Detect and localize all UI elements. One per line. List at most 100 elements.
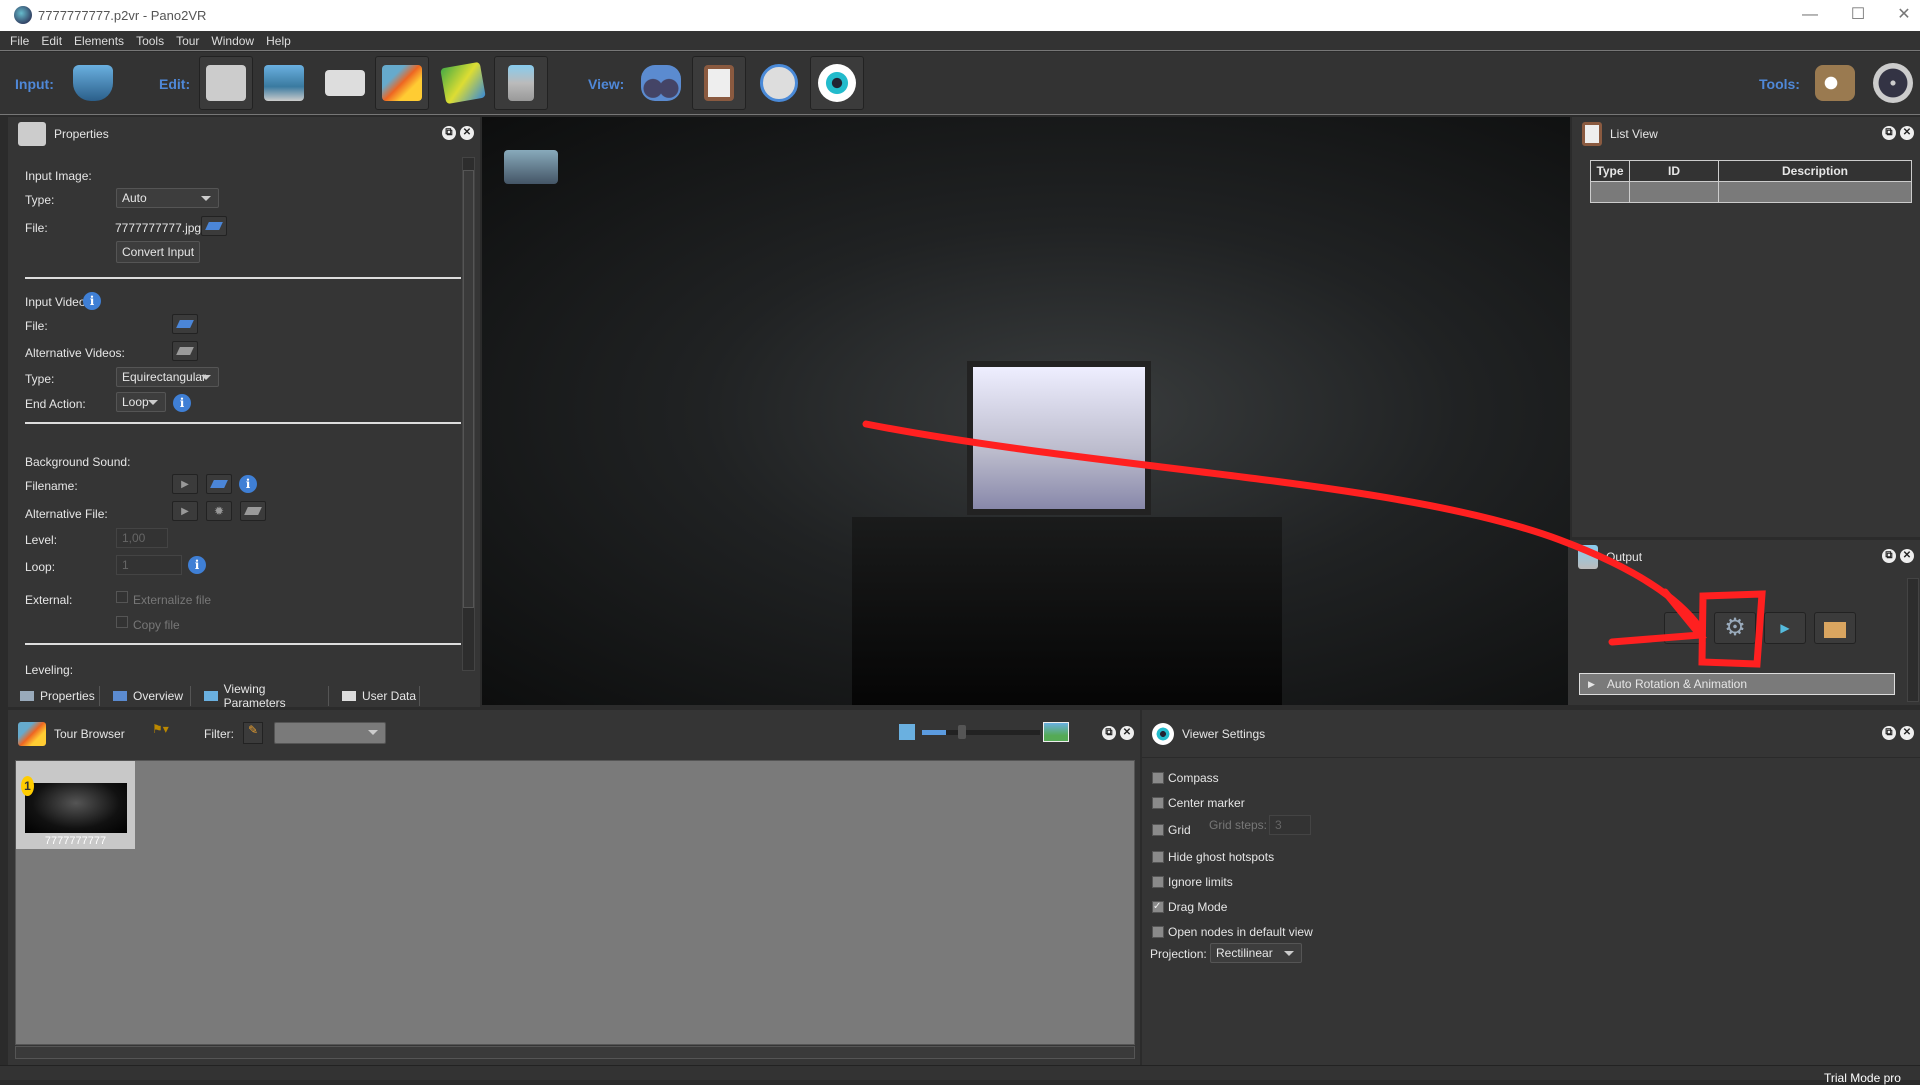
panorama-viewer[interactable] bbox=[482, 117, 1570, 705]
horizontal-scrollbar[interactable] bbox=[15, 1046, 1135, 1059]
tour-map-button[interactable] bbox=[436, 56, 490, 110]
option-checkbox[interactable]: ✓ bbox=[1152, 901, 1164, 913]
option-checkbox[interactable] bbox=[1152, 926, 1164, 938]
movie-output-button[interactable] bbox=[1866, 56, 1920, 110]
html5-output-button[interactable] bbox=[1664, 612, 1706, 644]
column-header-type[interactable]: Type bbox=[1590, 160, 1630, 182]
info-icon[interactable]: i bbox=[239, 475, 257, 493]
preview-button[interactable]: ▶ bbox=[1764, 612, 1806, 644]
close-icon[interactable]: ✕ bbox=[1900, 549, 1914, 563]
large-thumb-icon bbox=[1043, 722, 1069, 742]
viewing-parameters-icon bbox=[264, 65, 304, 101]
tour-browser-button[interactable] bbox=[375, 56, 429, 110]
info-icon[interactable]: i bbox=[83, 292, 101, 310]
alt-videos-button[interactable] bbox=[172, 341, 198, 361]
menu-window[interactable]: Window bbox=[211, 34, 254, 48]
tour-node-area[interactable]: 1 7777777777 bbox=[15, 760, 1135, 1045]
option-label: Center marker bbox=[1168, 796, 1245, 810]
viewer-settings-header: Viewer Settings ⧉ ✕ bbox=[1142, 710, 1920, 758]
image-type-dropdown[interactable]: Auto bbox=[116, 188, 219, 208]
output-scrollbar[interactable] bbox=[1907, 578, 1919, 702]
end-action-dropdown[interactable]: Loop bbox=[116, 392, 166, 412]
skin-editor-button[interactable] bbox=[1808, 56, 1862, 110]
close-button[interactable]: ✕ bbox=[1884, 4, 1920, 26]
tour-node[interactable]: 1 7777777777 bbox=[16, 761, 135, 849]
level-spinbox[interactable]: 1,00 bbox=[116, 528, 168, 548]
column-header-id[interactable]: ID bbox=[1629, 160, 1719, 182]
node-name: 7777777777 bbox=[44, 835, 107, 847]
title-bar: 7777777777.p2vr - Pano2VR bbox=[0, 0, 1920, 31]
folder-icon bbox=[205, 222, 223, 230]
play-button[interactable]: ▶ bbox=[172, 474, 198, 494]
float-icon[interactable]: ⧉ bbox=[1882, 549, 1896, 563]
user-data-button[interactable] bbox=[318, 56, 372, 110]
thumbnail-size-slider[interactable] bbox=[922, 725, 1040, 739]
float-icon[interactable]: ⧉ bbox=[1882, 726, 1896, 740]
output-button[interactable] bbox=[494, 56, 548, 110]
filter-dropdown[interactable] bbox=[274, 722, 386, 744]
package-button[interactable] bbox=[1814, 612, 1856, 644]
filter-tag-button[interactable]: ✎ bbox=[243, 722, 263, 744]
option-checkbox[interactable] bbox=[1152, 851, 1164, 863]
alt-browse-button[interactable] bbox=[240, 501, 266, 521]
tab-properties[interactable]: Properties bbox=[8, 686, 100, 706]
marker-tool-button[interactable]: ⚑▾ bbox=[152, 722, 174, 744]
slider-handle[interactable] bbox=[958, 725, 966, 739]
grid-steps-spinbox[interactable]: 3 bbox=[1269, 815, 1311, 835]
table-row[interactable] bbox=[1590, 181, 1912, 203]
minimize-button[interactable]: — bbox=[1790, 4, 1830, 26]
tab-viewing-parameters[interactable]: Viewing Parameters bbox=[192, 682, 329, 710]
convert-input-button[interactable]: Convert Input bbox=[116, 241, 201, 263]
viewer-settings-button[interactable] bbox=[810, 56, 864, 110]
menu-tools[interactable]: Tools bbox=[136, 34, 164, 48]
tab-user-data[interactable]: User Data bbox=[330, 686, 420, 706]
column-header-description[interactable]: Description bbox=[1718, 160, 1912, 182]
auto-rotation-section[interactable]: ▶ Auto Rotation & Animation bbox=[1579, 673, 1895, 695]
overview-button[interactable] bbox=[634, 56, 688, 110]
properties-scrollbar[interactable] bbox=[462, 157, 475, 671]
properties-button[interactable] bbox=[199, 56, 253, 110]
loop-spinbox[interactable]: 1 bbox=[116, 555, 182, 575]
close-icon[interactable]: ✕ bbox=[1900, 726, 1914, 740]
info-icon[interactable]: i bbox=[188, 556, 206, 574]
option-checkbox[interactable] bbox=[1152, 876, 1164, 888]
close-icon[interactable]: ✕ bbox=[1900, 126, 1914, 140]
output-settings-button[interactable]: ⚙ bbox=[1714, 612, 1756, 644]
stopwatch-icon bbox=[760, 64, 798, 102]
menu-edit[interactable]: Edit bbox=[41, 34, 62, 48]
close-icon[interactable]: ✕ bbox=[1120, 726, 1134, 740]
menu-elements[interactable]: Elements bbox=[74, 34, 124, 48]
projection-dropdown[interactable]: Rectilinear bbox=[1210, 943, 1302, 963]
alt-settings-button[interactable]: ✹ bbox=[206, 501, 232, 521]
info-icon[interactable]: i bbox=[173, 394, 191, 412]
menu-help[interactable]: Help bbox=[266, 34, 291, 48]
option-checkbox[interactable] bbox=[1152, 772, 1164, 784]
float-icon[interactable]: ⧉ bbox=[1102, 726, 1116, 740]
tab-overview[interactable]: Overview bbox=[101, 686, 191, 706]
film-reel-icon bbox=[1873, 63, 1913, 103]
viewing-parameters-button[interactable] bbox=[257, 56, 311, 110]
animation-button[interactable] bbox=[752, 56, 806, 110]
menu-file[interactable]: File bbox=[10, 34, 29, 48]
status-text: Trial Mode pro bbox=[1824, 1071, 1901, 1085]
copy-file-checkbox[interactable] bbox=[116, 616, 128, 628]
float-icon[interactable]: ⧉ bbox=[1882, 126, 1896, 140]
alt-play-button[interactable]: ▶ bbox=[172, 501, 198, 521]
maximize-button[interactable]: ☐ bbox=[1838, 4, 1878, 26]
viewer-mode-icon[interactable] bbox=[504, 150, 558, 184]
import-panorama-button[interactable] bbox=[66, 56, 120, 110]
list-view-button[interactable] bbox=[692, 56, 746, 110]
browse-sound-button[interactable] bbox=[206, 474, 232, 494]
video-type-dropdown[interactable]: Equirectangular bbox=[116, 367, 219, 387]
properties-content: Input Image: Type: Auto File: 7777777777… bbox=[8, 117, 480, 707]
browse-image-button[interactable] bbox=[201, 216, 227, 236]
option-checkbox[interactable] bbox=[1152, 824, 1164, 836]
externalize-label: Externalize file bbox=[133, 593, 212, 607]
externalize-checkbox[interactable] bbox=[116, 591, 128, 603]
browse-video-button[interactable] bbox=[172, 314, 198, 334]
option-label: Grid bbox=[1168, 823, 1191, 837]
menu-tour[interactable]: Tour bbox=[176, 34, 199, 48]
scroll-thumb[interactable] bbox=[463, 170, 474, 608]
output-icon bbox=[508, 65, 534, 101]
option-checkbox[interactable] bbox=[1152, 797, 1164, 809]
